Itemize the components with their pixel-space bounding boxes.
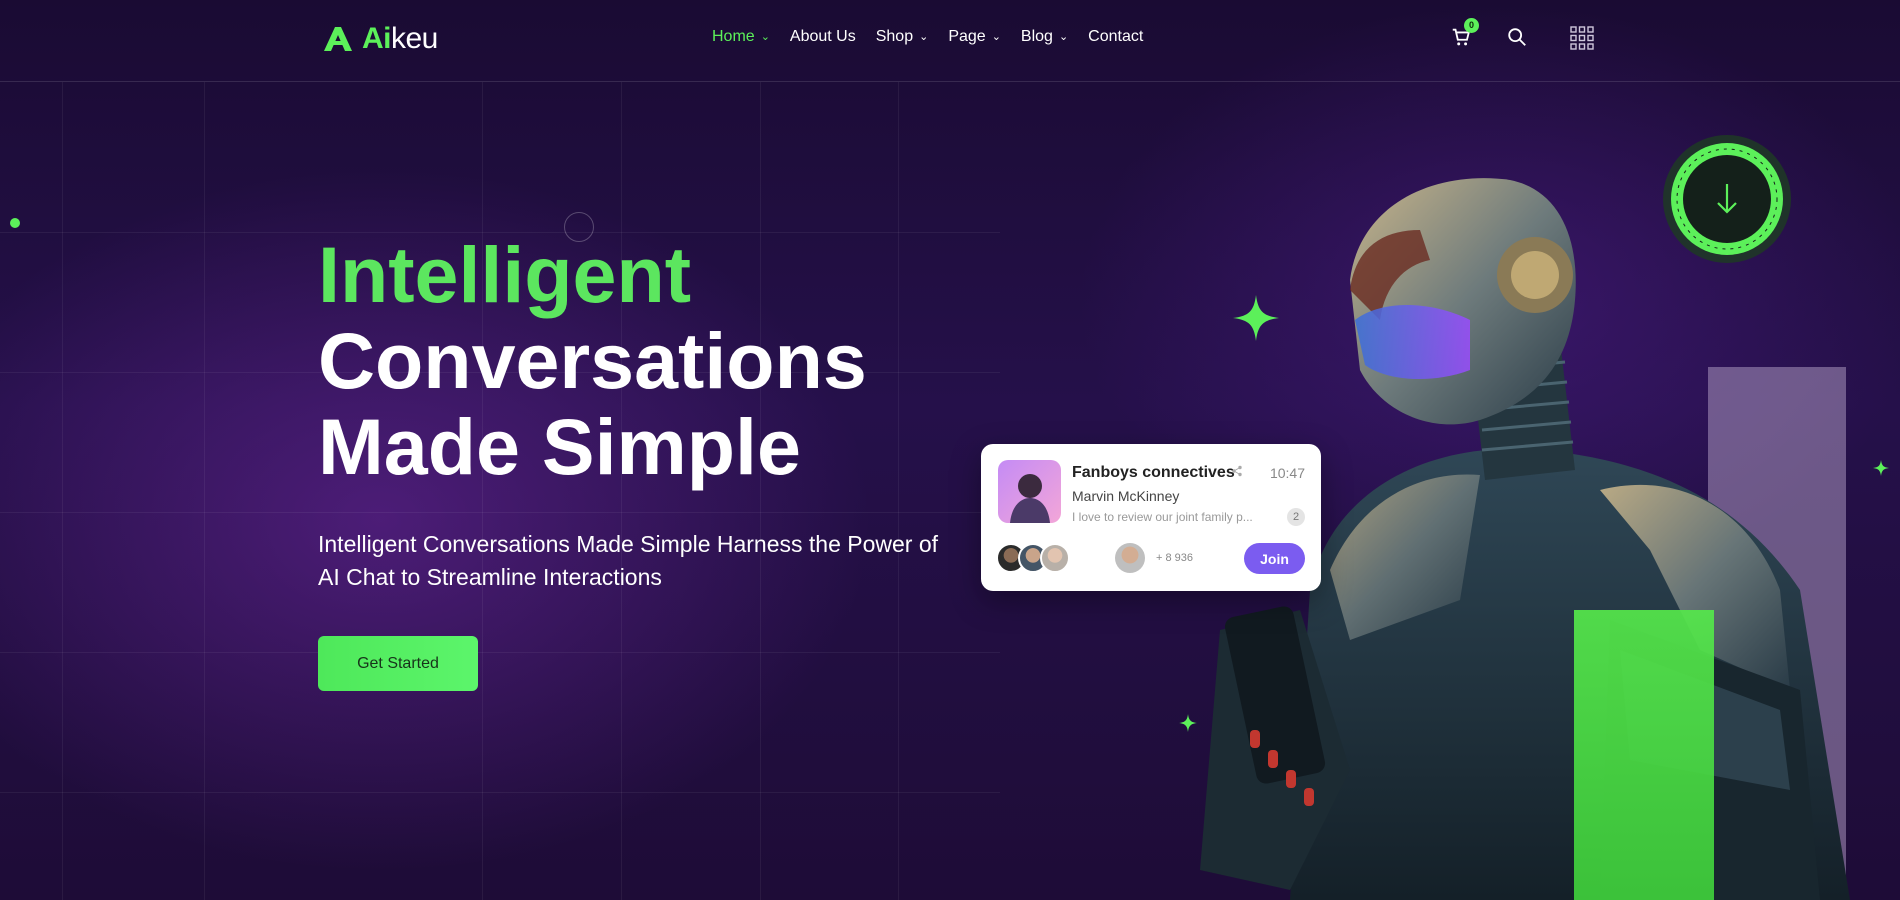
member-count: + 8 936: [1156, 552, 1194, 564]
share-icon[interactable]: [1231, 465, 1243, 477]
cart-button[interactable]: 0: [1450, 18, 1479, 50]
unread-count-badge: 2: [1287, 508, 1305, 526]
hero-title-line3: Made Simple: [318, 402, 801, 491]
nav-item-contact[interactable]: Contact: [1088, 28, 1143, 46]
avatar: [1040, 543, 1070, 573]
chevron-down-icon: ⌄: [1058, 30, 1069, 43]
header-actions: 0: [1450, 18, 1594, 50]
nav-item-home[interactable]: Home ⌄: [712, 28, 770, 46]
logo-mark-icon: [324, 27, 352, 51]
chevron-down-icon: ⌄: [760, 30, 770, 43]
scroll-down-button[interactable]: [1662, 134, 1792, 264]
search-button[interactable]: [1506, 26, 1530, 50]
avatar: [1115, 543, 1145, 573]
search-icon: [1508, 28, 1526, 46]
nav-item-shop[interactable]: Shop ⌄: [876, 28, 929, 46]
chevron-down-icon: ⌄: [919, 30, 929, 43]
apps-menu-button[interactable]: [1570, 26, 1594, 50]
join-button[interactable]: Join: [1244, 543, 1305, 574]
hero-title-line2: Conversations: [318, 316, 867, 405]
nav-item-blog[interactable]: Blog ⌄: [1021, 28, 1068, 46]
nav-item-page[interactable]: Page ⌄: [948, 28, 1001, 46]
sender-name: Marvin McKinney: [1072, 488, 1180, 504]
hero-title: Intelligent Conversations Made Simple: [318, 232, 867, 490]
main-nav: Home ⌄ About Us Shop ⌄ Page ⌄ Blog ⌄ Contact: [712, 28, 1143, 46]
nav-item-about-us[interactable]: About Us: [790, 28, 856, 46]
cart-count-badge: 0: [1464, 18, 1479, 33]
get-started-button[interactable]: Get Started: [318, 636, 478, 691]
chevron-down-icon: ⌄: [991, 30, 1001, 43]
member-avatars: [996, 543, 1070, 573]
message-time: 10:47: [1269, 465, 1305, 481]
chat-group-card: Fanboys connectives 10:47 Marvin McKinne…: [981, 444, 1321, 591]
hero-title-line1: Intelligent: [318, 230, 692, 319]
apps-grid-icon: [1570, 26, 1594, 50]
message-preview: I love to review our joint family p...: [1072, 510, 1253, 524]
brand-logo[interactable]: Aikeu: [322, 22, 438, 56]
accent-dot: [10, 218, 20, 228]
site-header: Aikeu Home ⌄ About Us Shop ⌄ Page ⌄ Blog ⌄ C…: [0, 0, 1900, 82]
decor-bar-green: [1574, 610, 1714, 900]
hero-subtitle: Intelligent Conversations Made Simple Ha…: [318, 531, 939, 590]
brand-name: Aikeu: [362, 22, 438, 55]
group-avatar: [998, 460, 1061, 523]
group-title: Fanboys connectives: [1072, 464, 1235, 481]
